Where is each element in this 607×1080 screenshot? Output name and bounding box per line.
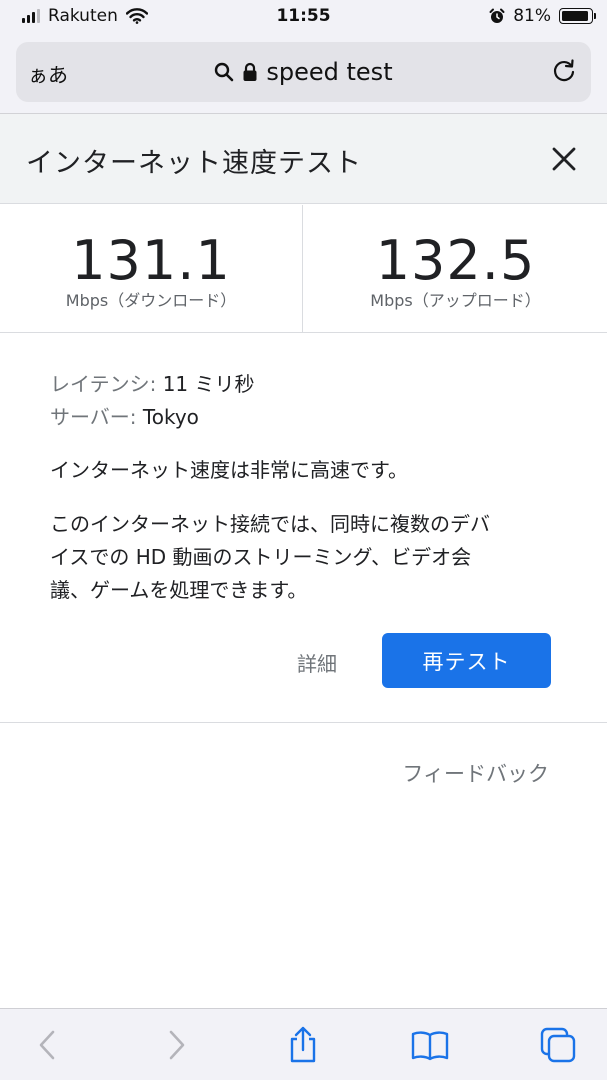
browser-top-chrome: ぁあ speed test [0, 36, 607, 114]
reload-icon[interactable] [551, 58, 577, 84]
result-details: レイテンシ: 11 ミリ秒 サーバー: Tokyo インターネット速度は非常に高… [50, 368, 560, 602]
upload-speed-value: 132.5 [375, 229, 536, 292]
panel-title: インターネット速度テスト [26, 148, 362, 179]
description-line: 議、ゲームを処理できます。 [50, 578, 308, 602]
forward-icon[interactable] [156, 1025, 196, 1065]
server-label: サーバー: [50, 405, 137, 429]
browser-toolbar [0, 1008, 607, 1080]
divider [0, 722, 607, 723]
download-speed-unit: Mbps（ダウンロード） [65, 291, 237, 310]
description-line: このインターネット接続では、同時に複数のデバ [50, 512, 490, 536]
upload-speed-unit: Mbps（アップロード） [370, 291, 541, 310]
retest-button[interactable]: 再テスト [382, 633, 551, 688]
server-row: サーバー: Tokyo [50, 401, 560, 434]
battery-icon [559, 8, 596, 24]
latency-value: 11 ミリ秒 [162, 372, 255, 396]
panel-header: インターネット速度テスト [0, 114, 607, 204]
back-icon[interactable] [28, 1025, 68, 1065]
latency-row: レイテンシ: 11 ミリ秒 [50, 368, 560, 401]
address-content[interactable]: speed test [16, 58, 591, 86]
bookmarks-icon[interactable] [410, 1025, 450, 1065]
status-right: 81% [489, 6, 596, 26]
speed-description: このインターネット接続では、同時に複数のデバ イスでの HD 動画のストリーミン… [50, 508, 550, 607]
speed-results: 131.1 Mbps（ダウンロード） 132.5 Mbps（アップロード） [0, 205, 607, 333]
speed-summary: インターネット速度は非常に高速です。 [50, 458, 408, 482]
latency-label: レイテンシ: [50, 372, 157, 396]
status-bar: Rakuten 11:55 81% [0, 0, 607, 36]
search-icon [215, 62, 234, 82]
description-line: イスでの HD 動画のストリーミング、ビデオ会 [50, 545, 472, 569]
close-icon[interactable] [549, 144, 579, 174]
url-text: speed test [266, 58, 393, 86]
server-value: Tokyo [142, 405, 199, 429]
download-speed: 131.1 Mbps（ダウンロード） [0, 205, 303, 333]
download-speed-value: 131.1 [71, 229, 231, 292]
details-link[interactable]: 詳細 [297, 648, 337, 677]
address-bar[interactable]: ぁあ speed test [16, 42, 591, 102]
lock-icon [243, 62, 257, 81]
feedback-link[interactable]: フィードバック [402, 758, 549, 788]
share-icon[interactable] [283, 1025, 323, 1065]
battery-percent: 81% [513, 6, 551, 26]
upload-speed: 132.5 Mbps（アップロード） [304, 205, 607, 333]
alarm-icon [489, 8, 505, 23]
tabs-icon[interactable] [538, 1025, 578, 1065]
